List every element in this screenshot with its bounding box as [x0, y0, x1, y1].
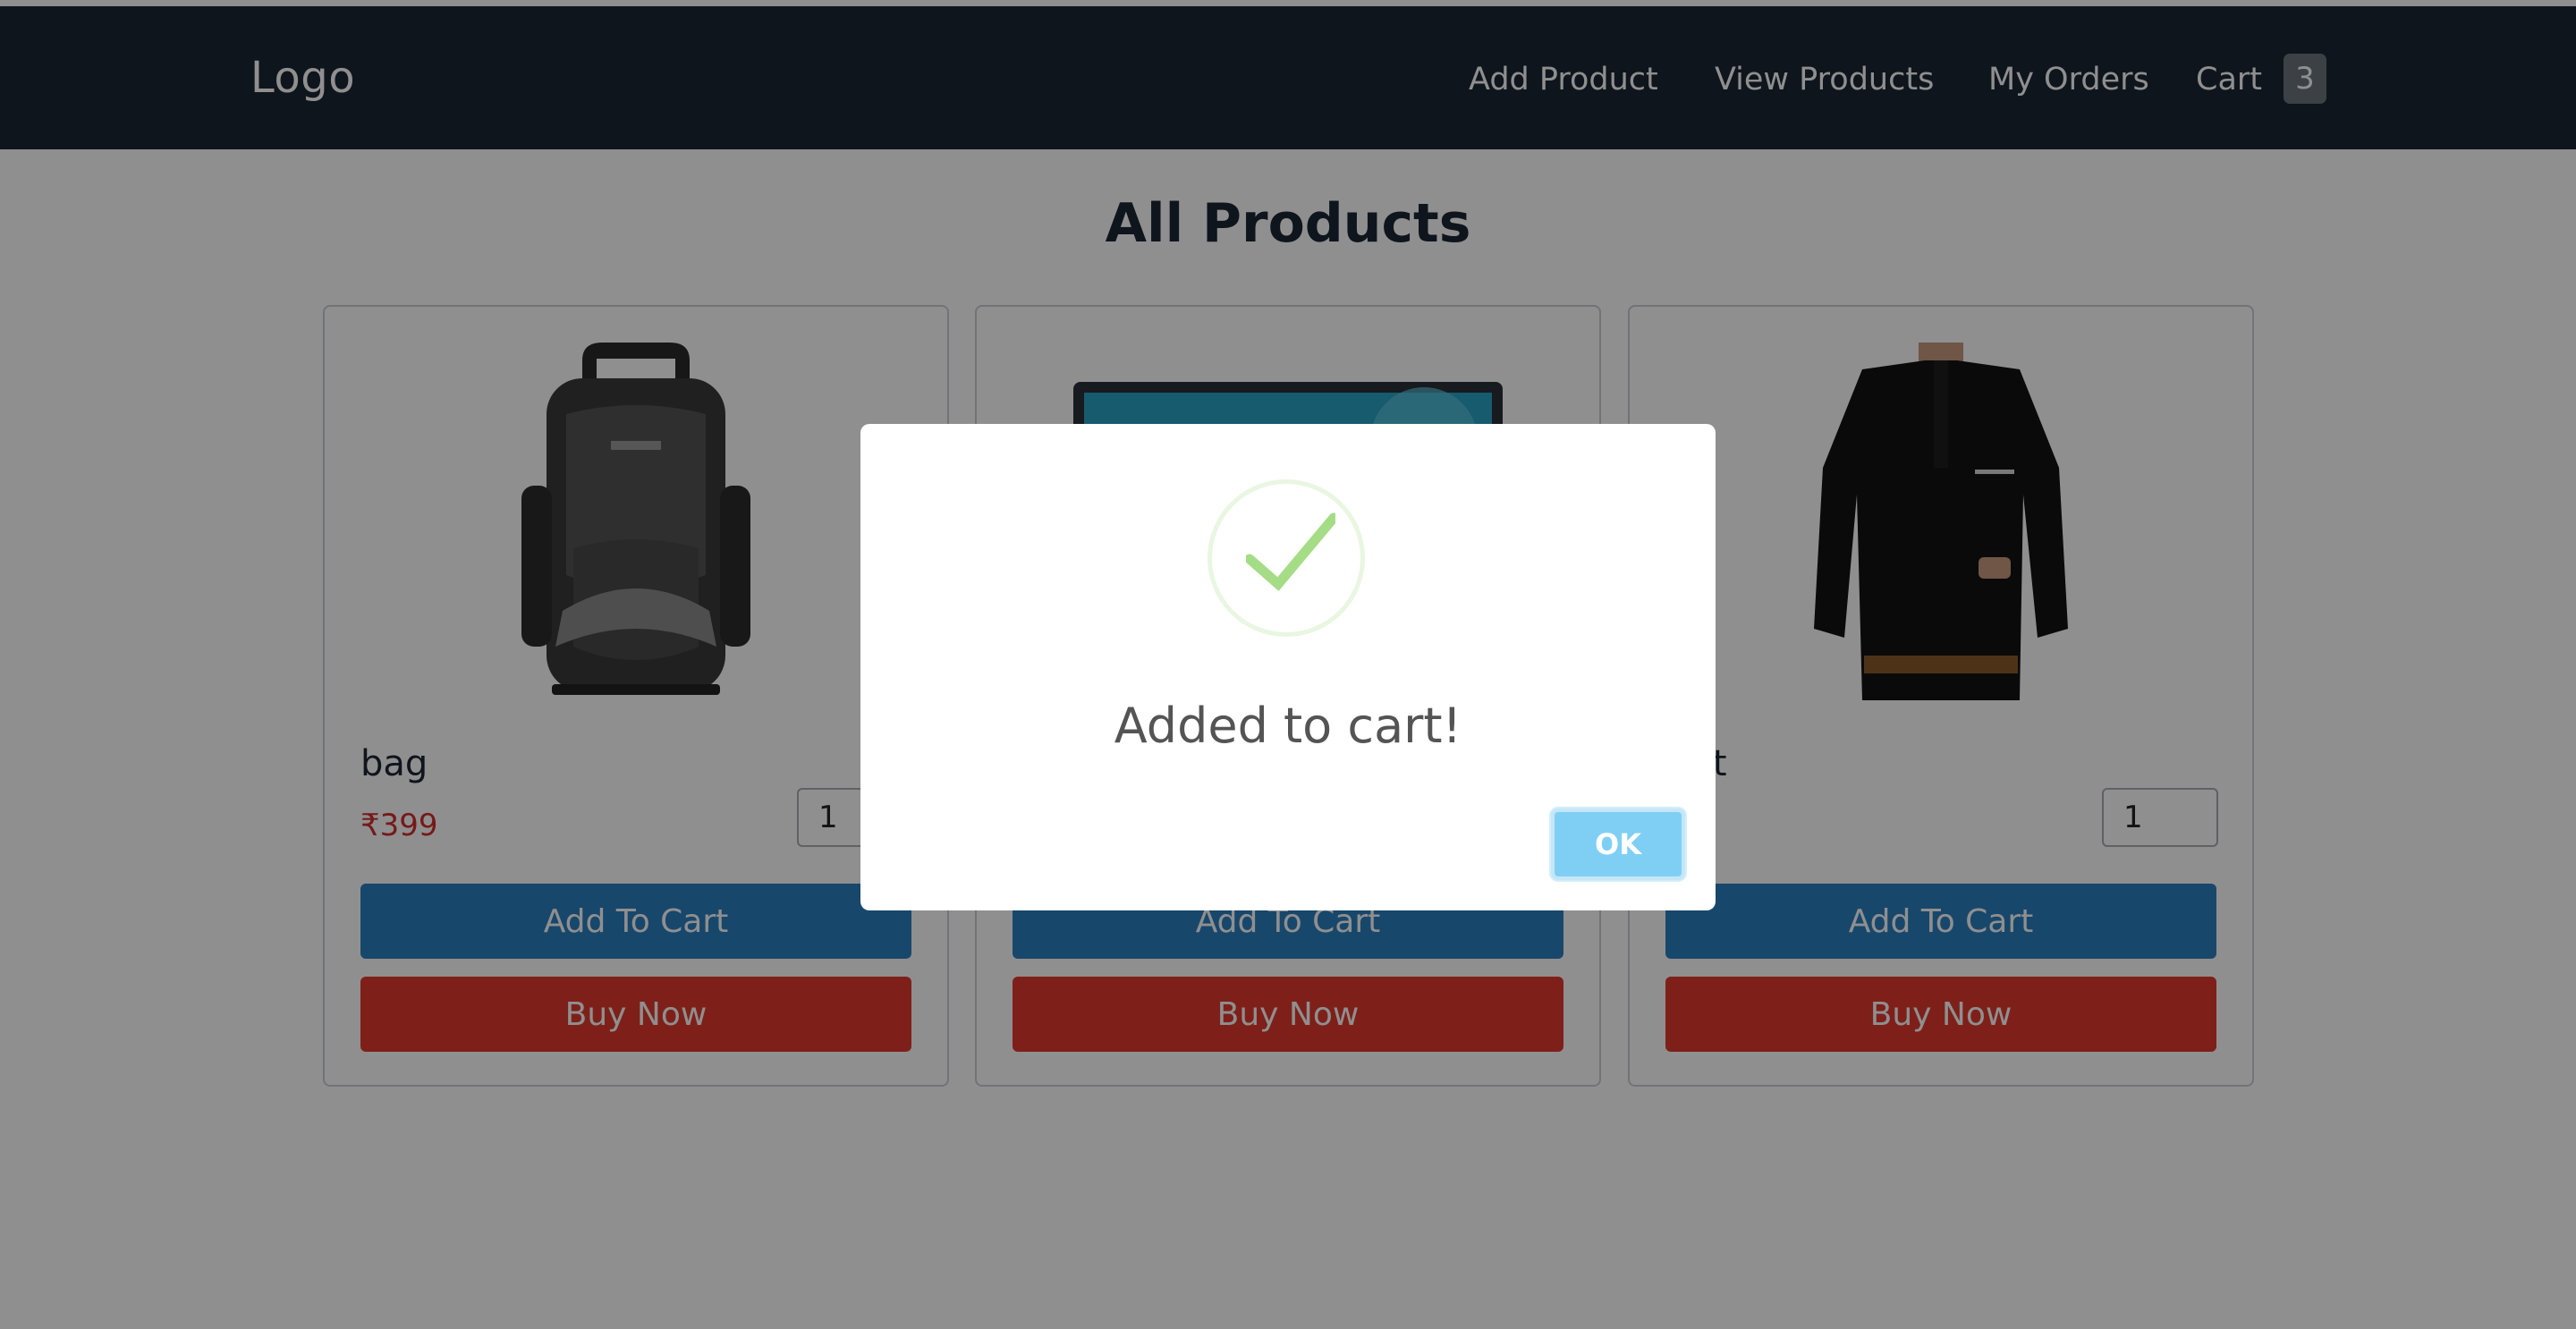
- success-check-icon: [1208, 479, 1365, 637]
- alert-dialog: Added to cart! OK: [860, 424, 1716, 910]
- ok-button[interactable]: OK: [1551, 808, 1685, 880]
- dialog-message: Added to cart!: [1114, 698, 1462, 754]
